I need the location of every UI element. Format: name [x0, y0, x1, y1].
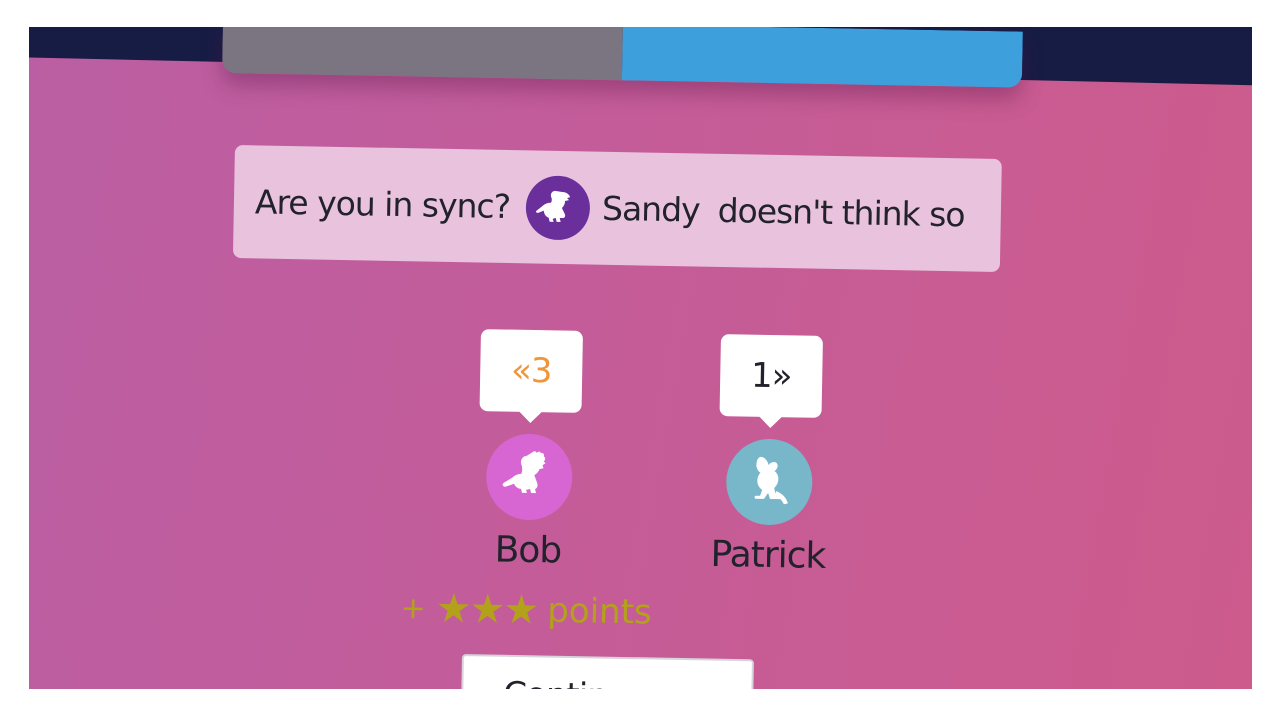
- plus-sign: +: [400, 590, 427, 626]
- sync-banner: Are you in sync? Sandy doesn't think so: [232, 145, 1002, 273]
- bob-avatar: [485, 433, 574, 521]
- sandy-name: Sandy: [601, 188, 701, 230]
- patrick-name: Patrick: [710, 533, 826, 578]
- dinosaur-icon: [502, 451, 546, 494]
- sync-verdict: doesn't think so: [717, 190, 965, 235]
- player-bob: «3 Bob: [443, 328, 617, 572]
- sandy-avatar: [525, 174, 591, 241]
- bob-guess-bubble: «3: [479, 329, 583, 413]
- photo-frame: Are you in sync? Sandy doesn't think so …: [0, 0, 1280, 720]
- kangaroo-icon: [754, 456, 788, 505]
- game-screen: Are you in sync? Sandy doesn't think so …: [29, 27, 1252, 689]
- continue-label: Continue: [503, 675, 649, 689]
- continue-button[interactable]: Continue: [460, 654, 754, 689]
- dinosaur-icon: [536, 190, 571, 222]
- patrick-guess-bubble: 1»: [719, 334, 823, 418]
- points-label: points: [546, 590, 653, 633]
- tab-left[interactable]: [221, 27, 623, 81]
- points-reward: + ★★★ points: [400, 585, 652, 636]
- sync-question: Are you in sync?: [254, 182, 511, 227]
- tab-right[interactable]: [621, 27, 1023, 88]
- star-icons: ★★★: [435, 585, 538, 634]
- top-tabs: [221, 27, 1023, 88]
- player-patrick: 1» Patrick: [683, 333, 857, 577]
- patrick-avatar: [725, 438, 814, 526]
- bob-name: Bob: [494, 529, 562, 572]
